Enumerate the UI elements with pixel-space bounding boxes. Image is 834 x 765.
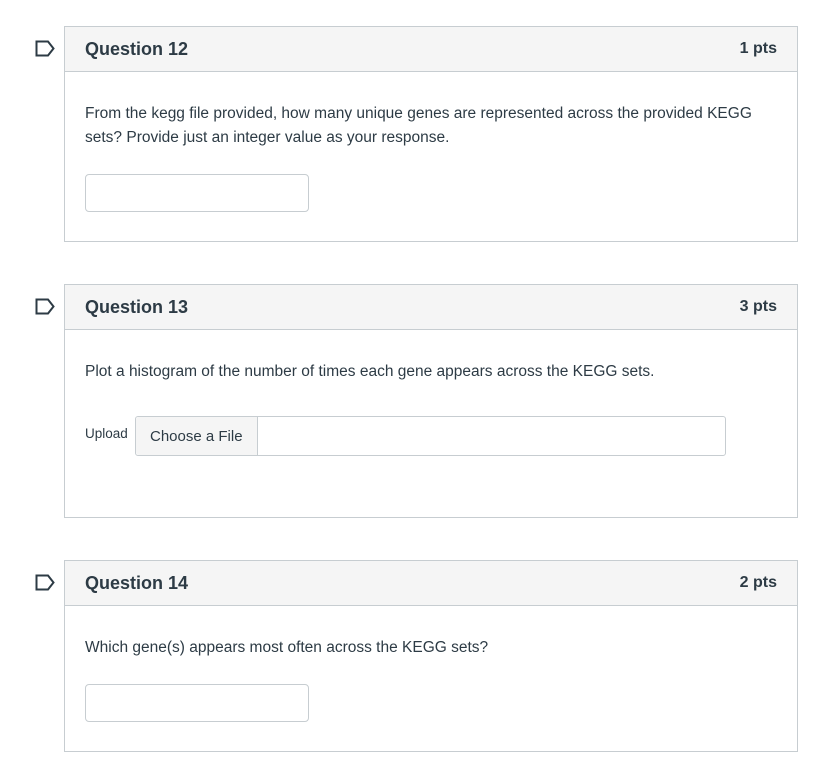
- file-upload-row: Upload Choose a File: [85, 416, 777, 456]
- choose-file-button[interactable]: Choose a File: [136, 417, 258, 455]
- question-card: Question 14 2 pts Which gene(s) appears …: [64, 560, 798, 752]
- question-text: Plot a histogram of the number of times …: [85, 363, 655, 380]
- question-text: Which gene(s) appears most often across …: [85, 639, 489, 656]
- question-text: From the kegg file provided, how many un…: [85, 105, 752, 146]
- question-points: 1 pts: [739, 40, 777, 57]
- question-header: Question 14 2 pts: [65, 561, 797, 606]
- flag-question-icon[interactable]: [35, 298, 55, 315]
- question-body: Which gene(s) appears most often across …: [65, 606, 797, 722]
- question-body: From the kegg file provided, how many un…: [65, 72, 797, 212]
- answer-input[interactable]: [85, 684, 309, 722]
- flag-question-icon[interactable]: [35, 40, 55, 57]
- question-title: Question 14: [85, 572, 189, 593]
- flag-question-icon[interactable]: [35, 574, 55, 591]
- question-card: Question 13 3 pts Plot a histogram of th…: [64, 284, 798, 518]
- question-title: Question 13: [85, 296, 189, 317]
- answer-input[interactable]: [85, 174, 309, 212]
- question-card: Question 12 1 pts From the kegg file pro…: [64, 26, 798, 242]
- file-upload-field[interactable]: Choose a File: [135, 416, 726, 456]
- question-header: Question 12 1 pts: [65, 27, 797, 72]
- question-body: Plot a histogram of the number of times …: [65, 330, 797, 456]
- question-points: 2 pts: [739, 574, 777, 591]
- question-header: Question 13 3 pts: [65, 285, 797, 330]
- question-points: 3 pts: [739, 298, 777, 315]
- question-title: Question 12: [85, 38, 189, 59]
- upload-label: Upload: [85, 426, 128, 441]
